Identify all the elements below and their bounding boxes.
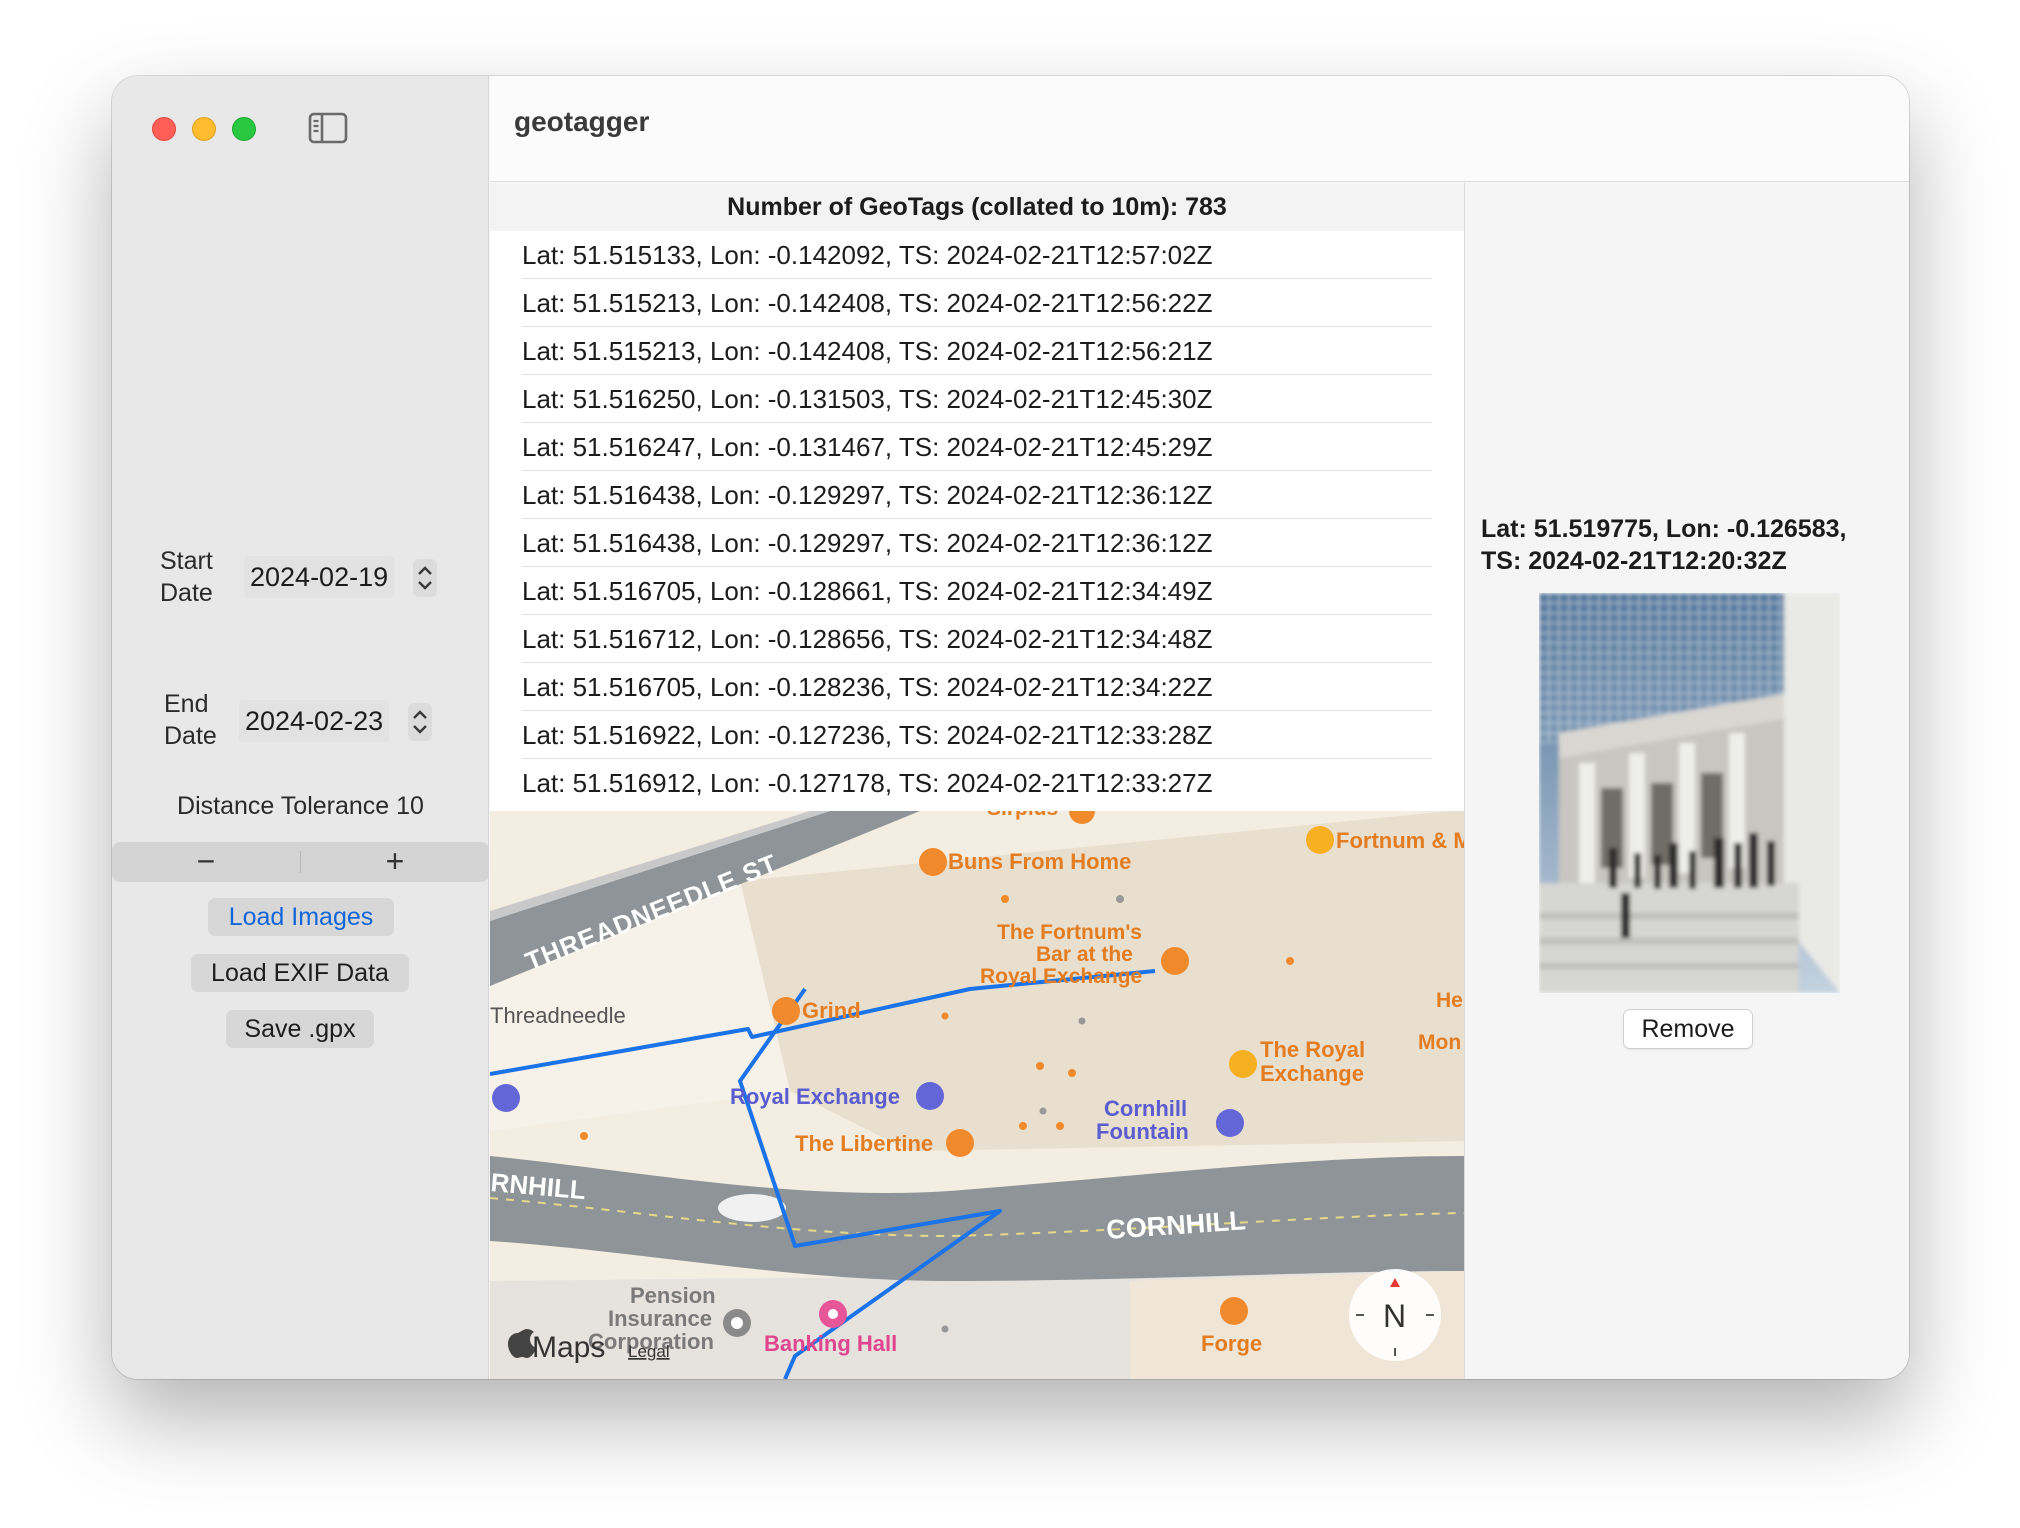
list-item[interactable]: Lat: 51.516438, Lon: -0.129297, TS: 2024… xyxy=(522,471,1432,519)
tolerance-increment-button[interactable]: + xyxy=(301,842,489,882)
poi-mon[interactable]: Mon xyxy=(1418,1031,1461,1054)
distance-tolerance-label: Distance Tolerance 10 xyxy=(177,792,424,820)
poi-label: Banking Hall xyxy=(764,1331,897,1356)
map-dot xyxy=(1001,895,1009,903)
poi-label: Bar at the xyxy=(1036,943,1133,966)
map-dot xyxy=(1078,1017,1086,1025)
poi-label: Pension xyxy=(630,1283,716,1308)
list-item[interactable]: Lat: 51.516250, Lon: -0.131503, TS: 2024… xyxy=(522,375,1432,423)
poi-label: Sirplus xyxy=(987,811,1058,820)
list-item[interactable]: Lat: 51.516922, Lon: -0.127236, TS: 2024… xyxy=(522,711,1432,759)
window-zoom-button[interactable] xyxy=(232,117,256,141)
poi-he[interactable]: He xyxy=(1436,989,1463,1012)
poi-label: Buns From Home xyxy=(948,849,1131,874)
map-dot xyxy=(1039,1107,1047,1115)
save-gpx-button[interactable]: Save .gpx xyxy=(226,1010,374,1048)
poi-label: The Royal xyxy=(1260,1037,1365,1062)
poi-label: Grind xyxy=(802,998,861,1023)
poi-west-star[interactable] xyxy=(492,1084,520,1112)
poi-label: Royal Exchange xyxy=(980,965,1142,988)
app-title: geotagger xyxy=(514,106,650,137)
distance-tolerance-stepper: − + xyxy=(112,842,489,882)
poi-label: Royal Exchange xyxy=(730,1084,900,1109)
list-item[interactable]: Lat: 51.516705, Lon: -0.128661, TS: 2024… xyxy=(522,567,1432,615)
street-label-threadneedle-small: Threadneedle xyxy=(490,1003,626,1028)
list-item[interactable]: Lat: 51.515133, Lon: -0.142092, TS: 2024… xyxy=(522,231,1432,279)
poi-label: Fountain xyxy=(1096,1119,1189,1144)
toolbar: geotagger xyxy=(490,76,1909,182)
poi-label: Cornhill xyxy=(1104,1096,1187,1121)
map-dot xyxy=(1056,1122,1064,1130)
poi-grind[interactable]: Grind xyxy=(772,997,861,1025)
selected-coords-line1: Lat: 51.519775, Lon: -0.126583, xyxy=(1481,515,1847,543)
sidebar: Start Date 2024-02-19 End Date 2024-02-2… xyxy=(112,76,489,1379)
list-item[interactable]: Lat: 51.516438, Lon: -0.129297, TS: 2024… xyxy=(522,519,1432,567)
end-date-stepper-icon[interactable] xyxy=(407,702,433,742)
load-exif-button[interactable]: Load EXIF Data xyxy=(191,954,409,992)
compass-icon[interactable]: N xyxy=(1349,1269,1441,1361)
start-date-label-line2: Date xyxy=(160,579,213,607)
map-dot xyxy=(580,1132,588,1140)
compass-north-label: N xyxy=(1383,1298,1406,1334)
map-dot xyxy=(941,1325,949,1333)
poi-label: Forge xyxy=(1201,1331,1262,1356)
map-dot xyxy=(1036,1062,1044,1070)
poi-label: Fortnum & M xyxy=(1336,828,1464,853)
end-date-field[interactable]: 2024-02-23 xyxy=(239,700,390,742)
selected-coords-line2: TS: 2024-02-21T12:20:32Z xyxy=(1481,547,1787,575)
map-canvas[interactable]: THREADNEEDLE ST Threadneedle RNHILL CORN… xyxy=(490,811,1464,1379)
legal-link[interactable]: Legal xyxy=(628,1342,670,1361)
geotag-rows: Lat: 51.515133, Lon: -0.142092, TS: 2024… xyxy=(490,231,1464,807)
poi-fortnum[interactable]: Fortnum & M xyxy=(1306,826,1464,854)
window-close-button[interactable] xyxy=(152,117,176,141)
start-date-field[interactable]: 2024-02-19 xyxy=(244,556,395,598)
list-item[interactable]: Lat: 51.516912, Lon: -0.127178, TS: 2024… xyxy=(522,759,1432,807)
list-item[interactable]: Lat: 51.516712, Lon: -0.128656, TS: 2024… xyxy=(522,615,1432,663)
start-date-label-line1: Start xyxy=(160,547,213,575)
poi-label: Mon xyxy=(1418,1031,1461,1054)
remove-button[interactable]: Remove xyxy=(1623,1009,1753,1049)
traffic-island xyxy=(718,1194,786,1222)
poi-label: He xyxy=(1436,989,1463,1012)
poi-label: Insurance xyxy=(608,1306,712,1331)
window-minimize-button[interactable] xyxy=(192,117,216,141)
app-window: Start Date 2024-02-19 End Date 2024-02-2… xyxy=(112,76,1909,1379)
list-item[interactable]: Lat: 51.516705, Lon: -0.128236, TS: 2024… xyxy=(522,663,1432,711)
end-date-label: End Date xyxy=(164,688,248,752)
map-view[interactable]: THREADNEEDLE ST Threadneedle RNHILL CORN… xyxy=(490,811,1464,1379)
tolerance-decrement-button[interactable]: − xyxy=(112,842,300,882)
end-date-label-line1: End xyxy=(164,690,209,718)
start-date-label: Start Date xyxy=(160,545,244,609)
detail-panel: Lat: 51.519775, Lon: -0.126583, TS: 2024… xyxy=(1464,183,1909,1379)
map-dot xyxy=(1116,895,1124,903)
poi-label: The Libertine xyxy=(795,1131,933,1156)
end-date-label-line2: Date xyxy=(164,722,217,750)
sidebar-toggle-icon[interactable] xyxy=(308,111,348,145)
poi-label: The Fortnum's xyxy=(997,921,1142,944)
load-images-button[interactable]: Load Images xyxy=(208,898,394,936)
map-dot xyxy=(1019,1122,1027,1130)
list-item[interactable]: Lat: 51.516247, Lon: -0.131467, TS: 2024… xyxy=(522,423,1432,471)
geotag-list-header: Number of GeoTags (collated to 10m): 783 xyxy=(490,183,1464,231)
poi-label: Exchange xyxy=(1260,1061,1364,1086)
start-date-stepper-icon[interactable] xyxy=(412,558,438,598)
maps-brand-label: Maps xyxy=(532,1331,605,1364)
geotag-list[interactable]: Number of GeoTags (collated to 10m): 783… xyxy=(490,183,1464,811)
map-dot xyxy=(941,1012,949,1020)
map-dot xyxy=(1286,957,1294,965)
selected-geotag-coords: Lat: 51.519775, Lon: -0.126583, TS: 2024… xyxy=(1481,513,1909,577)
list-item[interactable]: Lat: 51.515213, Lon: -0.142408, TS: 2024… xyxy=(522,327,1432,375)
map-dot xyxy=(1068,1069,1076,1077)
poi-buns-from-home[interactable]: Buns From Home xyxy=(919,848,1131,876)
photo-preview xyxy=(1539,593,1840,993)
list-item[interactable]: Lat: 51.515213, Lon: -0.142408, TS: 2024… xyxy=(522,279,1432,327)
